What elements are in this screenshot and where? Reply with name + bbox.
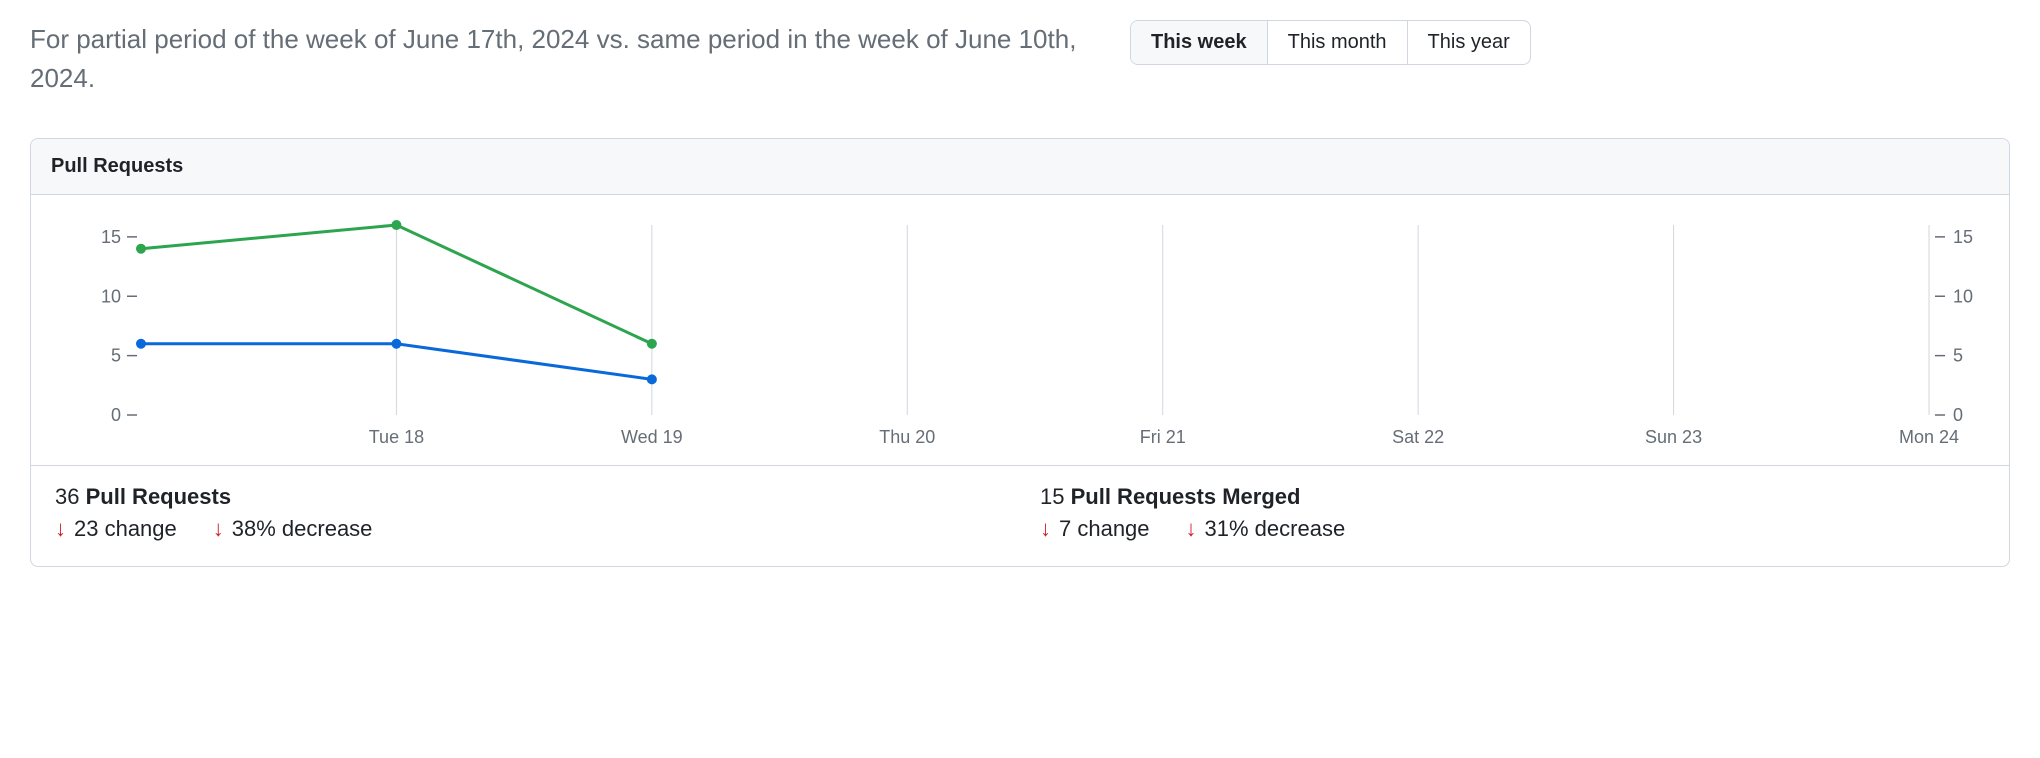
chart-area: Tue 18 Wed 19 Thu 20 Fri 21 Sat 22 Sun 23 Mon … bbox=[31, 195, 2009, 465]
arrow-down-icon: ↓ bbox=[213, 518, 224, 540]
line-chart: Tue 18 Wed 19 Thu 20 Fri 21 Sat 22 Sun 23 Mon … bbox=[31, 195, 2009, 465]
time-range-segmented-control: This week This month This year bbox=[1130, 20, 1531, 65]
stat-pr-label: Pull Requests bbox=[86, 484, 231, 509]
svg-text:10: 10 bbox=[1953, 286, 1973, 306]
arrow-down-icon: ↓ bbox=[55, 518, 66, 540]
stat-merged-change-abs-text: 7 change bbox=[1059, 516, 1150, 542]
tab-this-week[interactable]: This week bbox=[1131, 21, 1268, 64]
svg-text:Fri 21: Fri 21 bbox=[1140, 427, 1186, 447]
svg-text:10: 10 bbox=[101, 286, 121, 306]
svg-text:15: 15 bbox=[1953, 227, 1973, 247]
stat-merged-count: 15 bbox=[1040, 484, 1064, 509]
stat-pr-count: 36 bbox=[55, 484, 79, 509]
stat-pr-change-pct-text: 38% decrease bbox=[232, 516, 373, 542]
svg-text:Wed 19: Wed 19 bbox=[621, 427, 683, 447]
stat-merged-change-abs: ↓ 7 change bbox=[1040, 516, 1150, 542]
stat-merged-change-pct-text: 31% decrease bbox=[1205, 516, 1346, 542]
stat-merged-change-pct: ↓ 31% decrease bbox=[1186, 516, 1346, 542]
svg-text:Sat 22: Sat 22 bbox=[1392, 427, 1444, 447]
pull-requests-panel: Pull Requests Tue 18 Wed 19 Thu 20 Fri 21 Sa… bbox=[30, 138, 2010, 567]
stat-merged-label: Pull Requests Merged bbox=[1071, 484, 1301, 509]
stat-merged: 15 Pull Requests Merged ↓ 7 change ↓ 31%… bbox=[1040, 484, 1985, 542]
svg-text:0: 0 bbox=[111, 405, 121, 425]
panel-title: Pull Requests bbox=[31, 139, 2009, 195]
svg-text:15: 15 bbox=[101, 227, 121, 247]
svg-text:Mon 24: Mon 24 bbox=[1899, 427, 1959, 447]
svg-text:0: 0 bbox=[1953, 405, 1963, 425]
arrow-down-icon: ↓ bbox=[1040, 518, 1051, 540]
stat-pr-change-abs-text: 23 change bbox=[74, 516, 177, 542]
svg-text:Sun 23: Sun 23 bbox=[1645, 427, 1702, 447]
arrow-down-icon: ↓ bbox=[1186, 518, 1197, 540]
tab-this-month[interactable]: This month bbox=[1268, 21, 1408, 64]
tab-this-year[interactable]: This year bbox=[1408, 21, 1530, 64]
stat-pull-requests: 36 Pull Requests ↓ 23 change ↓ 38% decre… bbox=[55, 484, 1000, 542]
stats-row: 36 Pull Requests ↓ 23 change ↓ 38% decre… bbox=[31, 465, 2009, 566]
stat-pr-change-pct: ↓ 38% decrease bbox=[213, 516, 373, 542]
svg-text:5: 5 bbox=[111, 346, 121, 366]
svg-text:Thu 20: Thu 20 bbox=[879, 427, 935, 447]
stat-pr-change-abs: ↓ 23 change bbox=[55, 516, 177, 542]
svg-text:5: 5 bbox=[1953, 346, 1963, 366]
svg-text:Tue 18: Tue 18 bbox=[369, 427, 424, 447]
period-description: For partial period of the week of June 1… bbox=[30, 20, 1090, 98]
